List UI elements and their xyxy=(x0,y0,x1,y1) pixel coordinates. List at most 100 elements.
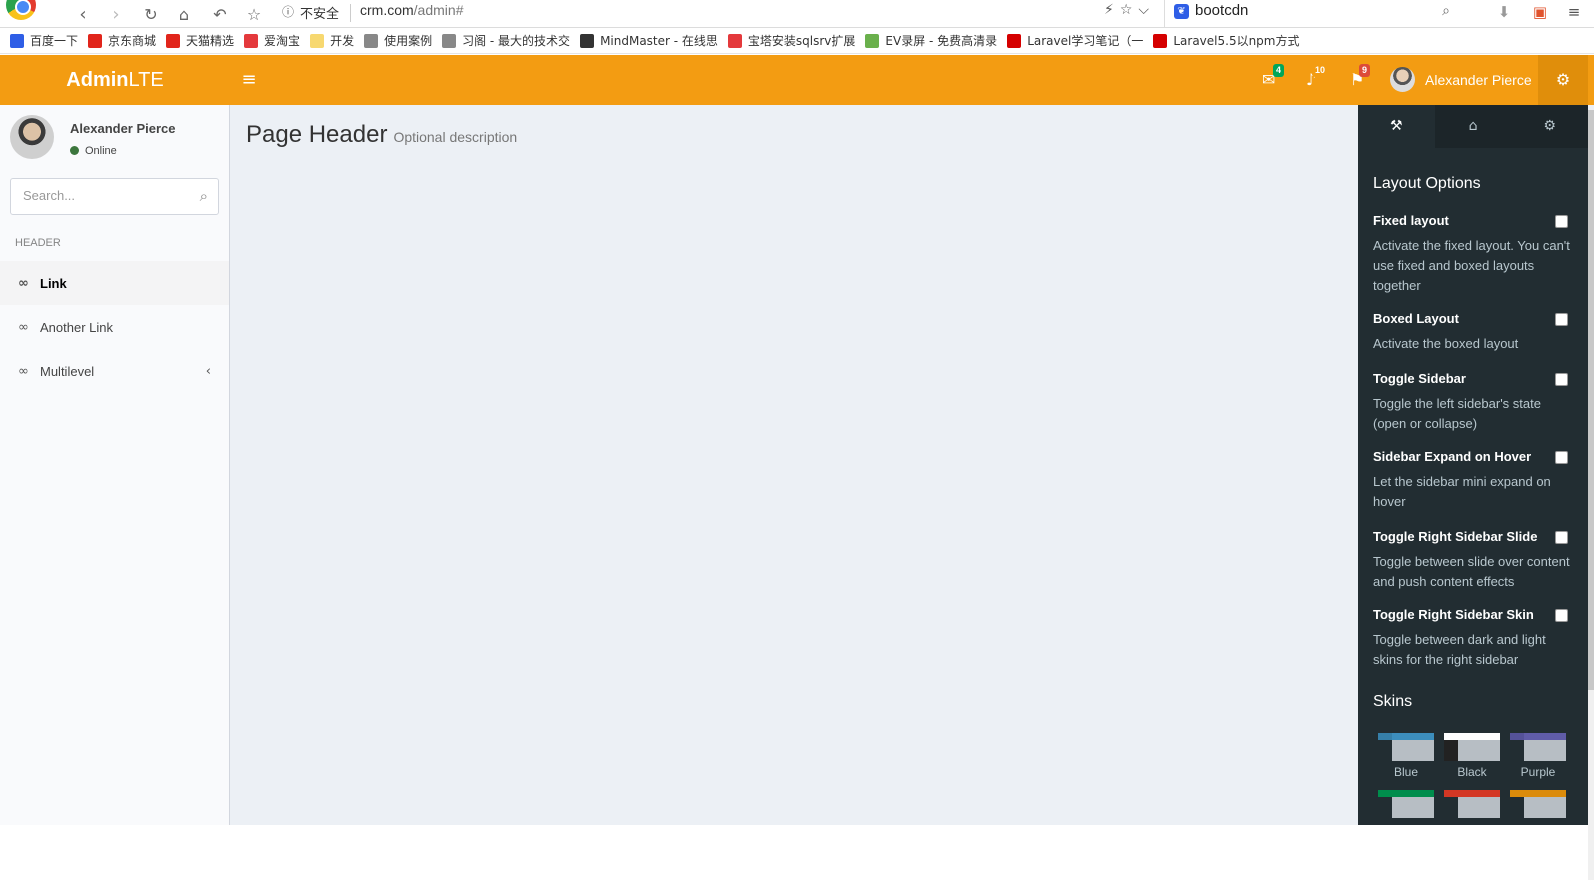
bookmark-item[interactable]: 使用案例 xyxy=(364,32,432,49)
bookmark-jd-icon xyxy=(88,33,103,48)
link-icon: ∞ xyxy=(18,363,29,379)
skin-option[interactable]: Blue xyxy=(1378,733,1434,779)
content-header: Page Header Optional description xyxy=(246,121,517,149)
user-menu[interactable]: Alexander Pierce xyxy=(1390,67,1532,92)
option-checkbox[interactable] xyxy=(1555,313,1568,326)
skin-name: Blue xyxy=(1393,765,1419,779)
bookmark-csdn-icon xyxy=(1153,33,1168,48)
devtools-icon[interactable]: ▣ xyxy=(1530,3,1550,23)
sidebar-section-header: HEADER xyxy=(15,237,61,249)
page-title: Page Header xyxy=(246,121,388,148)
bookmark-label: 开发 xyxy=(330,34,355,48)
skin-option[interactable] xyxy=(1444,790,1500,818)
main-header: AdminLTE ≡ ✉ 4 ♪ 10 ⚑ 9 Alexander Pierce… xyxy=(0,55,1594,105)
sidebar-item-another-link[interactable]: ∞ Another Link xyxy=(0,305,229,349)
option-checkbox[interactable] xyxy=(1555,609,1568,622)
menu-icon[interactable]: ≡ xyxy=(1564,3,1584,23)
bookmark-item[interactable]: 开发 xyxy=(310,32,354,49)
bookmark-item[interactable]: MindMaster - 在线思 xyxy=(580,32,718,49)
bookmark-tmall-icon xyxy=(166,33,181,48)
search-query[interactable]: bootcdn xyxy=(1195,2,1248,19)
bookmark-ev-icon xyxy=(865,33,880,48)
bookmark-label: EV录屏 - 免费高清录 xyxy=(885,34,998,48)
gears-icon[interactable]: ⚙ xyxy=(1511,105,1588,148)
search-icon[interactable]: ⌕ xyxy=(1442,3,1450,19)
option-label: Toggle Right Sidebar Slide xyxy=(1373,529,1538,544)
sidebar-item-label: Link xyxy=(40,275,67,291)
app-logo[interactable]: AdminLTE xyxy=(0,55,230,105)
option-checkbox[interactable] xyxy=(1555,373,1568,386)
bookmark-label: 爱淘宝 xyxy=(264,34,301,48)
bookmark-baidu-icon xyxy=(10,33,24,48)
search-icon[interactable]: ⌕ xyxy=(200,187,208,205)
bookmark-item[interactable]: 京东商城 xyxy=(88,32,156,49)
skin-option[interactable] xyxy=(1510,790,1566,818)
avatar xyxy=(1390,67,1415,92)
option-description: Toggle the left sidebar's state (open or… xyxy=(1373,396,1541,431)
back-icon[interactable]: ‹ xyxy=(70,0,96,28)
option-label: Toggle Right Sidebar Skin xyxy=(1373,607,1534,622)
undo-icon[interactable]: ↶ xyxy=(207,0,233,28)
home-icon[interactable]: ⌂ xyxy=(1435,105,1512,148)
star-icon[interactable]: ☆ xyxy=(241,0,267,28)
user-status: Online xyxy=(70,145,190,157)
skin-option[interactable]: Purple xyxy=(1510,733,1566,779)
bookmark-item[interactable]: 百度一下 xyxy=(10,32,78,49)
sidebar-search-input[interactable] xyxy=(23,188,183,203)
online-dot-icon xyxy=(70,146,79,155)
info-icon[interactable]: ⓘ xyxy=(282,3,294,20)
scrollbar-thumb[interactable] xyxy=(1588,110,1594,690)
bookmark-item[interactable]: Laravel学习笔记（一 xyxy=(1007,32,1143,49)
option-label: Toggle Sidebar xyxy=(1373,371,1466,386)
option-description: Toggle between dark and light skins for … xyxy=(1373,632,1546,667)
skin-option[interactable]: Black xyxy=(1444,733,1500,779)
bookmark-item[interactable]: 宝塔安装sqlsrv扩展 xyxy=(727,32,856,49)
address-bar[interactable]: crm.com/admin# xyxy=(360,2,463,18)
bookmark-csdn-icon xyxy=(1007,33,1022,48)
status-label: Online xyxy=(85,145,117,157)
option-description: Let the sidebar mini expand on hover xyxy=(1373,474,1551,509)
option-checkbox[interactable] xyxy=(1555,215,1568,228)
layout-option: Sidebar Expand on Hover Let the sidebar m… xyxy=(1373,449,1573,512)
bookmarks-bar: 百度一下 京东商城 天猫精选 爱淘宝 开发 使用案例 习阁 - 最大的技术交 MindMast… xyxy=(0,28,1594,54)
skins-title: Skins xyxy=(1373,693,1413,710)
skin-option[interactable] xyxy=(1378,790,1434,818)
bookmark-label: 宝塔安装sqlsrv扩展 xyxy=(747,34,856,48)
tasks-badge: 9 xyxy=(1359,64,1371,77)
address-actions[interactable]: ⚡☆⌵ xyxy=(1104,2,1155,18)
page-scrollbar[interactable] xyxy=(1588,110,1594,880)
download-icon[interactable]: ⬇ xyxy=(1494,3,1514,23)
sidebar-item-link[interactable]: ∞ Link xyxy=(0,261,229,305)
insecure-label[interactable]: 不安全 xyxy=(300,3,339,22)
bookmark-label: 天猫精选 xyxy=(186,34,235,48)
bookmark-item[interactable]: 习阁 - 最大的技术交 xyxy=(442,32,570,49)
control-sidebar: ⚒ ⌂ ⚙ Layout Options Fixed layout Activat… xyxy=(1358,105,1588,825)
skin-name: Black xyxy=(1457,765,1487,779)
bookmark-item[interactable]: 爱淘宝 xyxy=(244,32,300,49)
bookmark-item[interactable]: Laravel5.5以npm方式 xyxy=(1153,32,1300,49)
layout-option: Fixed layout Activate the fixed layout. Y… xyxy=(1373,213,1573,296)
option-checkbox[interactable] xyxy=(1555,531,1568,544)
skin-name: Purple xyxy=(1520,765,1556,779)
baidu-search-icon: ❦ xyxy=(1174,4,1189,19)
main-sidebar: Alexander Pierce Online ⌕ HEADER ∞ Link … xyxy=(0,105,230,825)
reload-icon[interactable]: ↻ xyxy=(138,0,164,28)
user-avatar xyxy=(10,115,54,159)
skin-swatch xyxy=(1510,733,1566,761)
sidebar-toggle-icon[interactable]: ≡ xyxy=(238,69,260,91)
control-sidebar-toggle-gears-icon[interactable]: ⚙ xyxy=(1538,55,1588,105)
user-panel-name: Alexander Pierce xyxy=(70,121,176,136)
home-icon[interactable]: ⌂ xyxy=(171,0,197,28)
layout-option: Toggle Right Sidebar Slide Toggle between… xyxy=(1373,529,1573,592)
bookmark-mindmaster-icon xyxy=(580,33,595,48)
skin-swatch xyxy=(1444,733,1500,761)
sidebar-item-multilevel[interactable]: ∞ Multilevel ‹ xyxy=(0,349,229,393)
wrench-icon[interactable]: ⚒ xyxy=(1358,105,1435,148)
forward-icon[interactable]: › xyxy=(103,0,129,28)
option-checkbox[interactable] xyxy=(1555,451,1568,464)
bookmark-item[interactable]: 天猫精选 xyxy=(166,32,234,49)
bookmark-item[interactable]: EV录屏 - 免费高清录 xyxy=(865,32,997,49)
logo-bold: Admin xyxy=(66,69,129,91)
bookmark-label: 京东商城 xyxy=(108,34,157,48)
browser-search[interactable]: ❦ bootcdn ⌕ xyxy=(1164,0,1458,27)
